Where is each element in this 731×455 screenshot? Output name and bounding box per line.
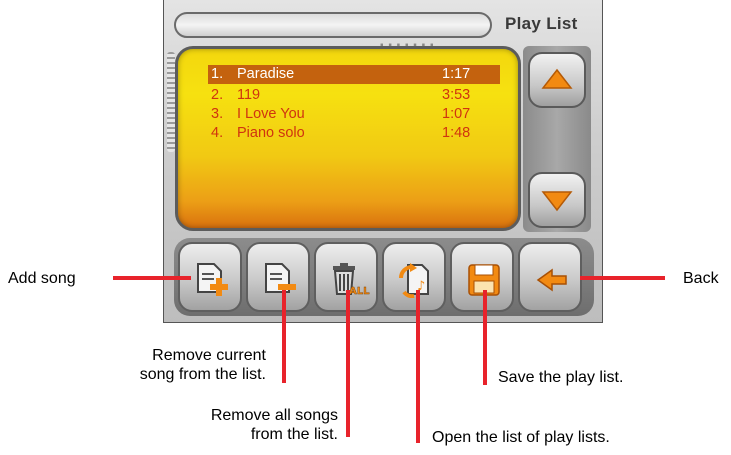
label-remove-current: Remove current song from the list. <box>139 347 266 383</box>
playlist-item-name: Piano solo <box>237 125 305 141</box>
playlist-item-name: 119 <box>237 87 261 103</box>
callout-line-save <box>483 290 487 385</box>
triangle-up-icon <box>541 68 573 89</box>
playlist-item-number: 3. <box>211 106 224 122</box>
trash-all-icon: ALL <box>333 263 370 297</box>
playlist-item[interactable]: 4. Piano solo 1:48 <box>208 124 500 143</box>
label-back: Back <box>683 270 719 287</box>
playlist-item-number: 4. <box>211 125 224 141</box>
playlist-item-number: 2. <box>211 87 224 103</box>
playlist-item[interactable]: 3. I Love You 1:07 <box>208 105 500 124</box>
playlist-item-duration: 1:07 <box>442 106 471 122</box>
label-remove-all: Remove all songs from the list. <box>210 407 338 443</box>
callout-line-back <box>580 276 665 280</box>
label-add-song: Add song <box>8 270 76 287</box>
callout-line-remove-all <box>346 290 350 437</box>
open-playlists-button[interactable]: ♪ <box>382 242 446 312</box>
page-title: Play List <box>505 14 578 33</box>
save-playlist-button[interactable] <box>450 242 514 312</box>
playlist-item-duration: 1:17 <box>442 66 471 82</box>
playlist-item[interactable]: 2. 119 3:53 <box>208 86 500 105</box>
side-grip <box>167 52 175 152</box>
title-bar-field <box>174 12 492 38</box>
remove-song-button[interactable] <box>246 242 310 312</box>
all-badge: ALL <box>349 286 370 297</box>
scroll-up-button[interactable] <box>528 52 586 108</box>
label-save: Save the play list. <box>498 369 624 386</box>
label-open-lists: Open the list of play lists. <box>432 429 610 446</box>
playlist-item[interactable]: 1. Paradise 1:17 <box>208 65 500 84</box>
back-button[interactable] <box>518 242 582 312</box>
playlist-item-duration: 3:53 <box>442 87 471 103</box>
remove-song-icon <box>265 263 296 293</box>
callout-line-remove <box>282 290 286 383</box>
callout-line-add <box>113 276 191 280</box>
callout-line-open <box>416 290 420 443</box>
back-arrow-icon <box>536 268 567 292</box>
scroll-down-button[interactable] <box>528 172 586 228</box>
playlist-item-number: 1. <box>211 66 224 82</box>
playlist-item-name: Paradise <box>237 66 295 82</box>
triangle-down-icon <box>541 191 573 212</box>
add-song-icon <box>197 263 228 296</box>
playlist-item-name: I Love You <box>237 106 305 122</box>
playlist-item-duration: 1:48 <box>442 125 471 141</box>
